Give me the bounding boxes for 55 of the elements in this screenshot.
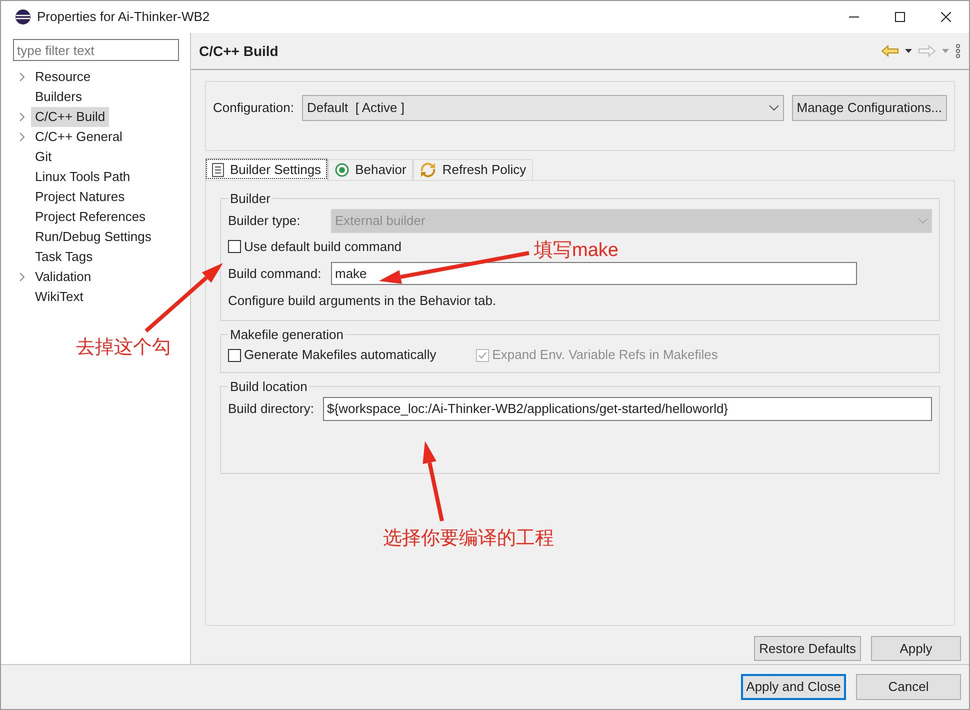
page-title: C/C++ Build bbox=[199, 42, 278, 60]
target-icon bbox=[335, 163, 350, 177]
page-button[interactable]: Apply bbox=[871, 636, 961, 661]
annotation-text: 填写make bbox=[534, 239, 618, 263]
checkbox[interactable] bbox=[228, 240, 241, 253]
tree-item[interactable]: Git bbox=[31, 147, 56, 167]
group-title: Builder bbox=[229, 190, 272, 208]
configuration-dropdown[interactable]: Default [ Active ] bbox=[302, 95, 784, 121]
back-arrow-icon[interactable] bbox=[881, 45, 899, 57]
tree-item[interactable]: WikiText bbox=[31, 287, 88, 307]
more-icon[interactable] bbox=[955, 44, 961, 58]
dialog-button[interactable]: Apply and Close bbox=[741, 674, 846, 700]
tab[interactable]: Refresh Policy bbox=[413, 159, 534, 180]
checkbox-label: Expand Env. Variable Refs in Makefiles bbox=[492, 346, 718, 364]
configuration-label: Configuration: bbox=[213, 99, 294, 117]
tree-item[interactable]: Resource bbox=[31, 67, 95, 87]
close-icon bbox=[941, 12, 951, 22]
tree-item[interactable]: Validation bbox=[31, 267, 96, 287]
filter-field[interactable]: type filter text bbox=[13, 39, 179, 61]
chevron-down-icon bbox=[768, 105, 779, 111]
group-title: Build location bbox=[229, 378, 308, 396]
checkbox-label: Use default build command bbox=[244, 238, 402, 256]
tree-item[interactable]: C/C++ General bbox=[31, 127, 126, 147]
tree-item[interactable]: Project Natures bbox=[31, 187, 129, 207]
tab[interactable]: Behavior bbox=[328, 159, 414, 180]
refresh-icon bbox=[420, 162, 436, 178]
build-command-label: Build command: bbox=[228, 264, 322, 283]
tree-item[interactable]: Project References bbox=[31, 207, 150, 227]
page-button[interactable]: Restore Defaults bbox=[754, 636, 861, 661]
builder-type-label: Builder type: bbox=[228, 212, 302, 230]
tree-item[interactable]: Task Tags bbox=[31, 247, 97, 267]
tree-item[interactable]: C/C++ Build bbox=[31, 107, 110, 127]
eclipse-logo-icon bbox=[15, 9, 31, 25]
dropdown-icon[interactable] bbox=[905, 49, 912, 53]
manage-configurations-button[interactable]: Manage Configurations... bbox=[792, 95, 947, 121]
window-title: Properties for Ai-Thinker-WB2 bbox=[37, 8, 210, 26]
maximize-icon bbox=[895, 12, 905, 22]
tree-item[interactable]: Run/Debug Settings bbox=[31, 227, 156, 247]
chevron-right-icon[interactable] bbox=[19, 72, 25, 82]
dialog-button[interactable]: Cancel bbox=[856, 674, 961, 700]
build-directory-label: Build directory: bbox=[228, 400, 315, 418]
hint-text: Configure build arguments in the Behavior tab. bbox=[228, 292, 498, 310]
build-directory-field[interactable]: ${workspace_loc:/Ai-Thinker-WB2/applications/get-started/helloworld} bbox=[323, 396, 932, 420]
chevron-right-icon[interactable] bbox=[19, 272, 25, 282]
checkbox[interactable] bbox=[228, 348, 241, 362]
tab[interactable]: Builder Settings bbox=[205, 158, 328, 180]
annotation-text: 去掉这个勾 bbox=[76, 336, 171, 360]
chevron-down-icon bbox=[918, 218, 928, 224]
build-command-field[interactable]: make bbox=[331, 262, 857, 285]
annotation-text: 选择你要编译的工程 bbox=[383, 527, 554, 551]
checkbox-label: Generate Makefiles automatically bbox=[244, 346, 436, 364]
tree-item[interactable]: Linux Tools Path bbox=[31, 167, 134, 187]
group-title: Makefile generation bbox=[229, 326, 344, 344]
list-icon bbox=[212, 162, 224, 176]
tree-item[interactable]: Builders bbox=[31, 87, 86, 107]
